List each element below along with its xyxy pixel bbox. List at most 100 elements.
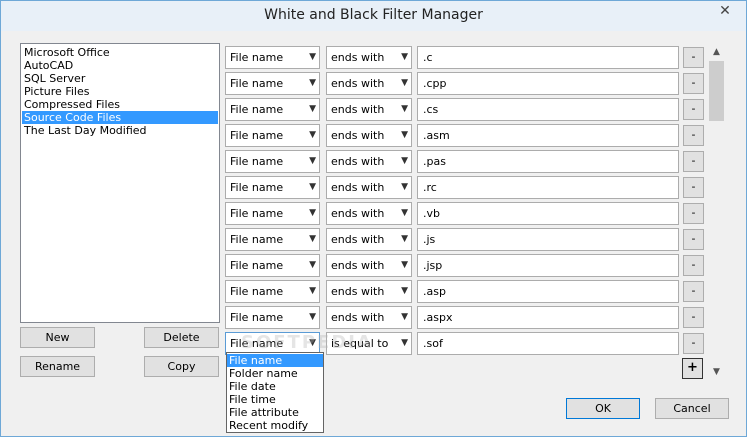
value-input[interactable]: .rc [417, 176, 679, 199]
field-combo[interactable]: File name ▼ [225, 176, 320, 199]
remove-rule-button[interactable]: - [683, 151, 704, 172]
remove-rule-button[interactable]: - [683, 73, 704, 94]
dropdown-option[interactable]: Folder name [227, 367, 323, 380]
operator-combo[interactable]: ends with ▼ [326, 124, 412, 147]
rule-row: File name ▼ ends with ▼ .pas - [224, 150, 705, 174]
chevron-down-icon: ▼ [401, 260, 408, 270]
remove-rule-button[interactable]: - [683, 203, 704, 224]
operator-combo[interactable]: ends with ▼ [326, 176, 412, 199]
operator-combo-label: ends with [331, 233, 385, 246]
remove-rule-button[interactable]: - [683, 99, 704, 120]
new-button[interactable]: New [20, 327, 95, 348]
field-combo-label: File name [230, 77, 284, 90]
remove-rule-button[interactable]: - [683, 229, 704, 250]
filter-list-item[interactable]: Source Code Files [22, 111, 218, 124]
remove-rule-button[interactable]: - [683, 125, 704, 146]
value-input[interactable]: .js [417, 228, 679, 251]
operator-combo[interactable]: ends with ▼ [326, 254, 412, 277]
watermark: SOFTPEDIA [241, 332, 373, 353]
chevron-down-icon: ▼ [401, 234, 408, 244]
value-input[interactable]: .jsp [417, 254, 679, 277]
rule-row: File name ▼ ends with ▼ .vb - [224, 202, 705, 226]
rules-scrollbar[interactable]: ▲ ▼ [708, 45, 725, 379]
dropdown-option[interactable]: File date [227, 380, 323, 393]
remove-rule-button[interactable]: - [683, 177, 704, 198]
rule-row: File name ▼ ends with ▼ .asp - [224, 280, 705, 304]
cancel-button[interactable]: Cancel [655, 398, 729, 419]
operator-combo[interactable]: ends with ▼ [326, 46, 412, 69]
field-combo[interactable]: File name ▼ [225, 228, 320, 251]
filter-list-item[interactable]: The Last Day Modified [22, 124, 218, 137]
field-combo[interactable]: File name ▼ [225, 202, 320, 225]
operator-combo-label: ends with [331, 311, 385, 324]
operator-combo-label: ends with [331, 285, 385, 298]
chevron-down-icon: ▼ [401, 130, 408, 140]
field-combo-label: File name [230, 311, 284, 324]
field-combo[interactable]: File name ▼ [225, 46, 320, 69]
ok-button[interactable]: OK [566, 398, 640, 419]
filter-list-item[interactable]: Microsoft Office [22, 46, 218, 59]
field-combo[interactable]: File name ▼ [225, 150, 320, 173]
rule-row: File name ▼ ends with ▼ .c - [224, 46, 705, 70]
filter-list-item[interactable]: Picture Files [22, 85, 218, 98]
field-combo[interactable]: File name ▼ [225, 72, 320, 95]
chevron-down-icon: ▼ [309, 208, 316, 218]
chevron-down-icon: ▼ [309, 52, 316, 62]
field-dropdown-list[interactable]: File name Folder name File date File time Fi… [226, 352, 324, 433]
field-combo[interactable]: File name ▼ [225, 124, 320, 147]
add-rule-button[interactable]: + [682, 358, 703, 379]
delete-button[interactable]: Delete [144, 327, 219, 348]
chevron-up-icon[interactable]: ▲ [708, 45, 725, 59]
dropdown-option[interactable]: Recent modify [227, 419, 323, 432]
chevron-down-icon: ▼ [401, 312, 408, 322]
field-combo-label: File name [230, 259, 284, 272]
operator-combo[interactable]: ends with ▼ [326, 72, 412, 95]
field-combo[interactable]: File name ▼ [225, 254, 320, 277]
remove-rule-button[interactable]: - [683, 307, 704, 328]
value-input[interactable]: .asm [417, 124, 679, 147]
value-input[interactable]: .asp [417, 280, 679, 303]
operator-combo[interactable]: ends with ▼ [326, 280, 412, 303]
field-combo[interactable]: File name ▼ [225, 306, 320, 329]
dropdown-option[interactable]: File name [227, 354, 323, 367]
operator-combo[interactable]: ends with ▼ [326, 202, 412, 225]
dropdown-option[interactable]: File attribute [227, 406, 323, 419]
field-combo-label: File name [230, 155, 284, 168]
operator-combo[interactable]: ends with ▼ [326, 306, 412, 329]
operator-combo[interactable]: ends with ▼ [326, 228, 412, 251]
filter-list-item[interactable]: Compressed Files [22, 98, 218, 111]
field-combo[interactable]: File name ▼ [225, 280, 320, 303]
value-input[interactable]: .aspx [417, 306, 679, 329]
value-input[interactable]: .c [417, 46, 679, 69]
chevron-down-icon: ▼ [401, 104, 408, 114]
rename-button[interactable]: Rename [20, 356, 95, 377]
value-input[interactable]: .sof [417, 332, 679, 355]
field-combo[interactable]: File name ▼ [225, 98, 320, 121]
filter-list[interactable]: Microsoft Office AutoCAD SQL Server Picture… [20, 43, 220, 323]
filter-list-item[interactable]: SQL Server [22, 72, 218, 85]
value-input[interactable]: .cs [417, 98, 679, 121]
chevron-down-icon[interactable]: ▼ [708, 365, 725, 379]
rule-row: File name ▼ ends with ▼ .jsp - [224, 254, 705, 278]
chevron-down-icon: ▼ [309, 156, 316, 166]
rule-row: File name ▼ ends with ▼ .aspx - [224, 306, 705, 330]
remove-rule-button[interactable]: - [683, 281, 704, 302]
chevron-down-icon: ▼ [401, 182, 408, 192]
field-combo-label: File name [230, 207, 284, 220]
value-input[interactable]: .pas [417, 150, 679, 173]
operator-combo-label: ends with [331, 259, 385, 272]
filter-list-item[interactable]: AutoCAD [22, 59, 218, 72]
copy-button[interactable]: Copy [144, 356, 219, 377]
operator-combo-label: ends with [331, 77, 385, 90]
scroll-thumb[interactable] [709, 61, 724, 121]
dropdown-option[interactable]: File time [227, 393, 323, 406]
remove-rule-button[interactable]: - [683, 47, 704, 68]
remove-rule-button[interactable]: - [683, 255, 704, 276]
close-button[interactable]: ✕ [710, 1, 740, 23]
operator-combo[interactable]: ends with ▼ [326, 98, 412, 121]
chevron-down-icon: ▼ [309, 78, 316, 88]
value-input[interactable]: .vb [417, 202, 679, 225]
operator-combo[interactable]: ends with ▼ [326, 150, 412, 173]
remove-rule-button[interactable]: - [683, 333, 704, 354]
value-input[interactable]: .cpp [417, 72, 679, 95]
